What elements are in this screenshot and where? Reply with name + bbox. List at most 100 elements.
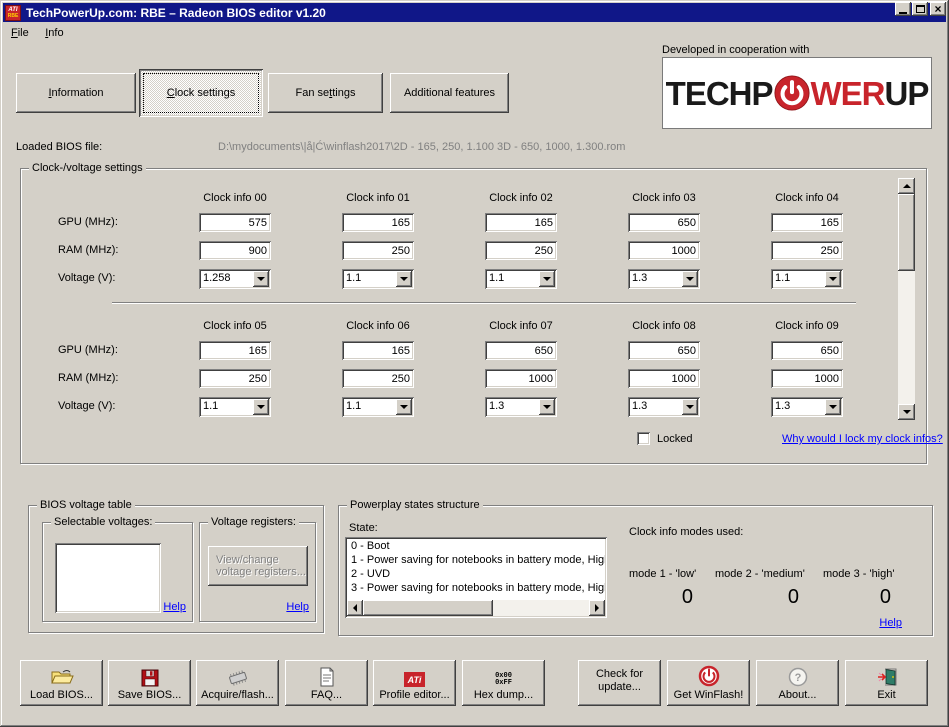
tab-additional-features[interactable]: Additional features	[390, 73, 509, 113]
state-listbox[interactable]: 0 - Boot 1 - Power saving for notebooks …	[345, 537, 607, 618]
arrow-left-icon	[353, 604, 357, 612]
scrollbar-left-button[interactable]	[347, 600, 363, 616]
chip-icon	[225, 665, 251, 687]
voltage-combo-03[interactable]: 1.3	[628, 269, 700, 289]
view-change-voltage-registers-button[interactable]: View/change voltage registers...	[208, 546, 308, 586]
selectable-voltages-listbox[interactable]	[55, 543, 161, 613]
load-bios-button[interactable]: Load BIOS...	[20, 660, 103, 706]
gpu-mhz-input-00[interactable]	[199, 213, 271, 232]
hex-dump-button[interactable]: 0x000xFF Hex dump...	[462, 660, 545, 706]
tab-clock-settings[interactable]: Clock settings	[139, 69, 263, 117]
lock-info-link[interactable]: Why would I lock my clock infos?	[782, 433, 943, 445]
minimize-button[interactable]	[895, 2, 911, 16]
gpu-mhz-input-09[interactable]	[771, 341, 843, 360]
combo-dropdown-button[interactable]	[682, 399, 698, 415]
powerplay-help-link[interactable]: Help	[879, 617, 902, 629]
voltage-value: 1.1	[346, 400, 361, 412]
title-bar[interactable]: ATI RBE TechPowerUp.com: RBE – Radeon BI…	[3, 3, 946, 22]
combo-dropdown-button[interactable]	[396, 271, 412, 287]
state-list-item[interactable]: 0 - Boot	[347, 539, 605, 553]
combo-dropdown-button[interactable]	[253, 271, 269, 287]
clock-vertical-scrollbar[interactable]	[898, 178, 915, 420]
ram-mhz-input-05[interactable]	[199, 369, 271, 388]
combo-dropdown-button[interactable]	[253, 399, 269, 415]
voltage-value: 1.3	[632, 400, 647, 412]
exit-button[interactable]: Exit	[845, 660, 928, 706]
gpu-mhz-input-01[interactable]	[342, 213, 414, 232]
locked-checkbox[interactable]	[637, 432, 650, 445]
voltage-combo-02[interactable]: 1.1	[485, 269, 557, 289]
voltage-registers-help-link[interactable]: Help	[286, 601, 309, 613]
acquire-flash-label: Acquire/flash...	[201, 689, 274, 702]
voltage-combo-01[interactable]: 1.1	[342, 269, 414, 289]
gpu-row-label: GPU (MHz):	[58, 344, 118, 356]
powerplay-states-title: Powerplay states structure	[347, 499, 483, 511]
gpu-mhz-input-07[interactable]	[485, 341, 557, 360]
acquire-flash-button[interactable]: Acquire/flash...	[196, 660, 279, 706]
get-winflash-button[interactable]: Get WinFlash!	[667, 660, 750, 706]
faq-button[interactable]: FAQ...	[285, 660, 368, 706]
voltage-combo-08[interactable]: 1.3	[628, 397, 700, 417]
ram-mhz-input-03[interactable]	[628, 241, 700, 260]
combo-dropdown-button[interactable]	[682, 271, 698, 287]
gpu-mhz-input-06[interactable]	[342, 341, 414, 360]
about-button[interactable]: ? About...	[756, 660, 839, 706]
menu-file[interactable]: File	[5, 25, 35, 41]
menu-info[interactable]: Info	[39, 25, 69, 41]
selectable-voltages-help-link[interactable]: Help	[163, 601, 186, 613]
bios-file-label: Loaded BIOS file:	[16, 141, 102, 153]
scrollbar-down-button[interactable]	[898, 404, 915, 420]
combo-dropdown-button[interactable]	[539, 399, 555, 415]
ram-mhz-input-08[interactable]	[628, 369, 700, 388]
ram-mhz-input-01[interactable]	[342, 241, 414, 260]
combo-dropdown-button[interactable]	[396, 399, 412, 415]
save-bios-button[interactable]: Save BIOS...	[108, 660, 191, 706]
voltage-value: 1.3	[775, 400, 790, 412]
ram-mhz-input-09[interactable]	[771, 369, 843, 388]
state-horizontal-scrollbar[interactable]	[347, 600, 605, 616]
gpu-mhz-input-08[interactable]	[628, 341, 700, 360]
ram-mhz-input-02[interactable]	[485, 241, 557, 260]
voltage-registers-title: Voltage registers:	[208, 516, 299, 528]
state-list-item[interactable]: 3 - Power saving for notebooks in batter…	[347, 581, 605, 595]
chevron-down-icon	[257, 405, 265, 409]
bios-voltage-table-group: BIOS voltage table Selectable voltages: …	[28, 505, 324, 633]
voltage-combo-06[interactable]: 1.1	[342, 397, 414, 417]
combo-dropdown-button[interactable]	[825, 271, 841, 287]
ram-mhz-input-04[interactable]	[771, 241, 843, 260]
voltage-value: 1.1	[203, 400, 218, 412]
combo-dropdown-button[interactable]	[539, 271, 555, 287]
gpu-mhz-input-03[interactable]	[628, 213, 700, 232]
voltage-value: 1.3	[632, 272, 647, 284]
voltage-combo-00[interactable]: 1.258	[199, 269, 271, 289]
scrollbar-right-button[interactable]	[589, 600, 605, 616]
combo-dropdown-button[interactable]	[825, 399, 841, 415]
maximize-button[interactable]	[912, 2, 928, 16]
ram-mhz-input-00[interactable]	[199, 241, 271, 260]
scrollbar-thumb[interactable]	[898, 194, 915, 271]
ram-mhz-input-06[interactable]	[342, 369, 414, 388]
window-title: TechPowerUp.com: RBE – Radeon BIOS edito…	[26, 6, 326, 20]
state-list-item[interactable]: 1 - Power saving for notebooks in batter…	[347, 553, 605, 567]
close-button[interactable]: ×	[930, 2, 946, 16]
tab-fan-settings[interactable]: Fan settings	[268, 73, 383, 113]
voltage-combo-05[interactable]: 1.1	[199, 397, 271, 417]
clock-info-04-header: Clock info 04	[736, 192, 878, 204]
gpu-mhz-input-02[interactable]	[485, 213, 557, 232]
check-for-update-button[interactable]: Check for update...	[578, 660, 661, 706]
voltage-combo-09[interactable]: 1.3	[771, 397, 843, 417]
clock-info-01-header: Clock info 01	[307, 192, 449, 204]
powerplay-states-group: Powerplay states structure State: 0 - Bo…	[338, 505, 933, 636]
profile-editor-button[interactable]: ATi Profile editor...	[373, 660, 456, 706]
tab-information[interactable]: Information	[16, 73, 136, 113]
voltage-combo-04[interactable]: 1.1	[771, 269, 843, 289]
voltage-value: 1.3	[489, 400, 504, 412]
scrollbar-thumb[interactable]	[363, 600, 493, 616]
state-list-item[interactable]: 2 - UVD	[347, 567, 605, 581]
gpu-mhz-input-05[interactable]	[199, 341, 271, 360]
voltage-combo-07[interactable]: 1.3	[485, 397, 557, 417]
minimize-icon	[899, 12, 907, 14]
scrollbar-up-button[interactable]	[898, 178, 915, 194]
gpu-mhz-input-04[interactable]	[771, 213, 843, 232]
ram-mhz-input-07[interactable]	[485, 369, 557, 388]
